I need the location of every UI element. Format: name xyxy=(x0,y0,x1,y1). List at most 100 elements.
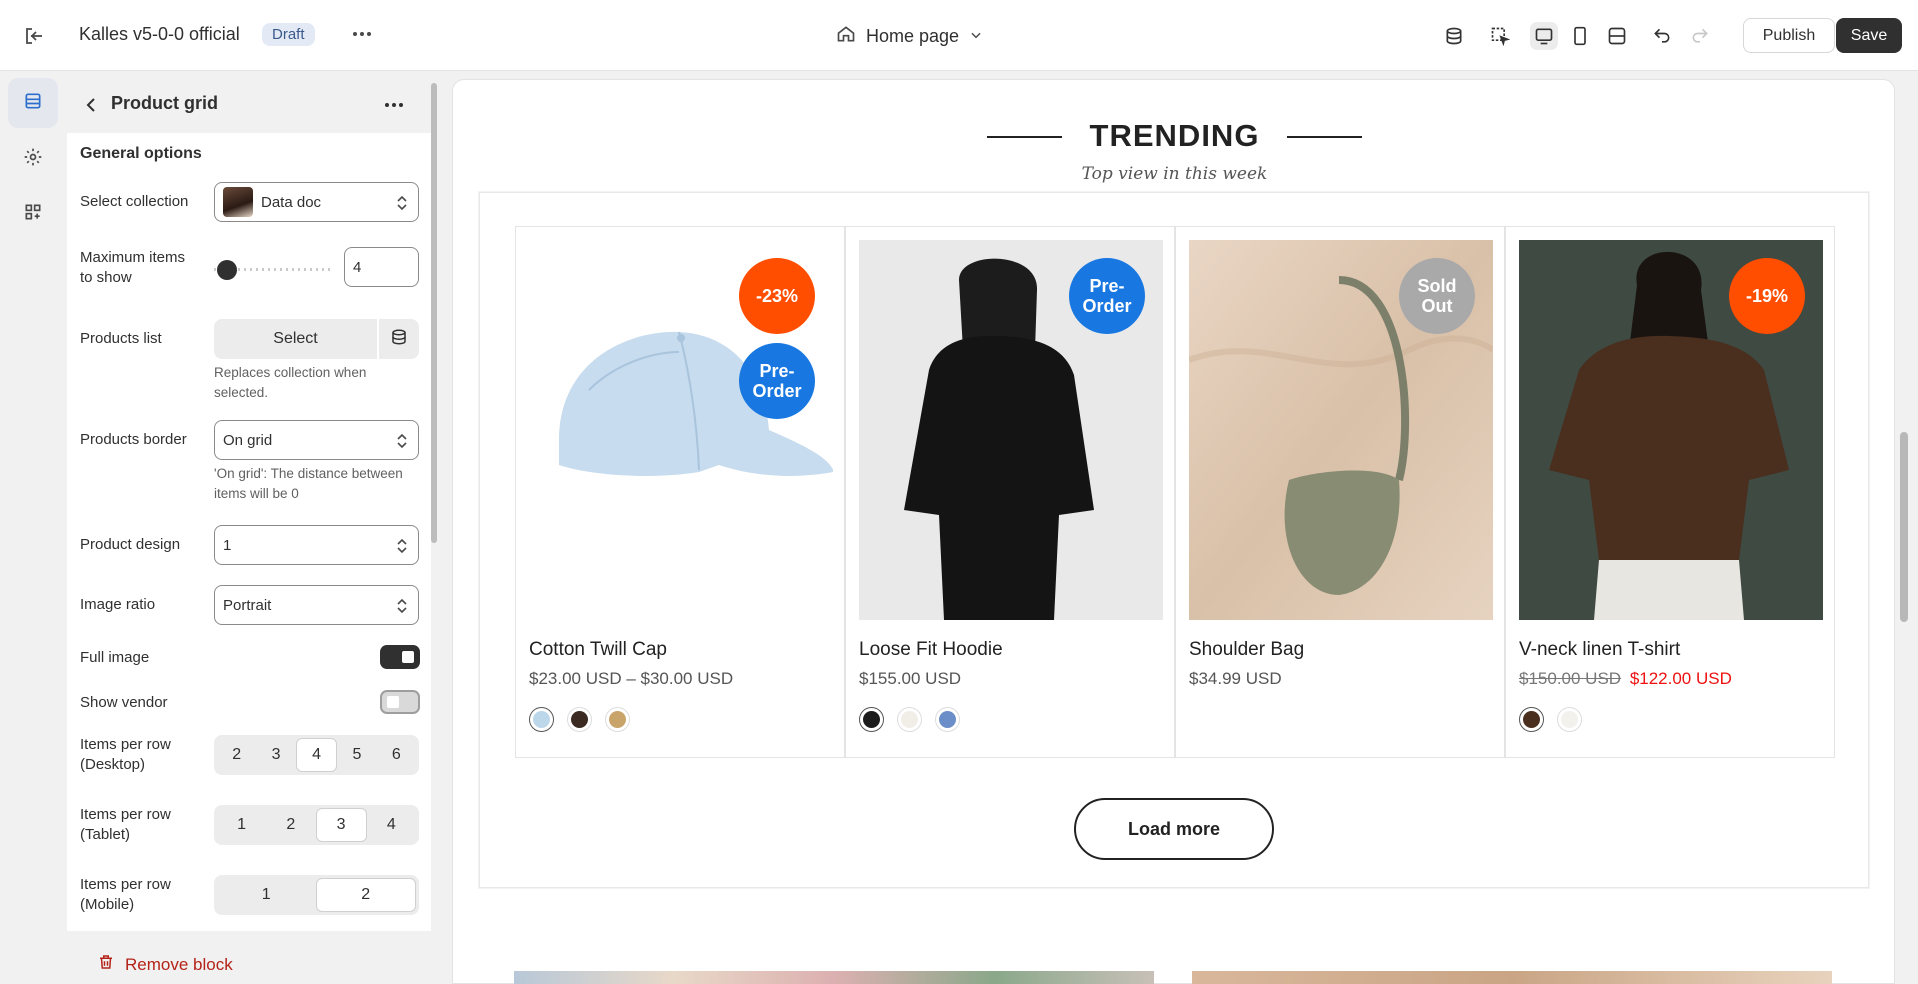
product-design-value: 1 xyxy=(223,536,232,554)
color-swatch[interactable] xyxy=(1557,707,1582,732)
per-row-desktop-option[interactable]: 2 xyxy=(217,738,256,772)
database-icon[interactable] xyxy=(1440,22,1468,50)
section-subheading: Top view in this week xyxy=(1081,164,1268,184)
more-options-icon[interactable] xyxy=(382,93,406,117)
sale-price: $122.00 USD xyxy=(1629,669,1732,688)
settings-sidebar: Product grid General options Select coll… xyxy=(67,71,442,984)
image-ratio-label: Image ratio xyxy=(80,596,156,613)
product-card[interactable]: Sold Out Shoulder Bag $34.99 USD xyxy=(1175,226,1505,758)
per-row-tablet-option[interactable]: 2 xyxy=(266,808,315,842)
color-swatch[interactable] xyxy=(897,707,922,732)
product-card[interactable]: -19% V-neck linen T-shirt $150.00 USD $1… xyxy=(1505,226,1835,758)
collection-thumbnail xyxy=(223,187,253,217)
mobile-view-icon[interactable] xyxy=(1566,22,1594,50)
apps-icon xyxy=(23,202,43,227)
save-button[interactable]: Save xyxy=(1836,18,1902,53)
select-collection-label: Select collection xyxy=(80,193,189,210)
toggle-knob xyxy=(387,696,399,708)
page-selector[interactable]: Home page xyxy=(836,22,983,50)
per-row-desktop-label: Items per row (Desktop) xyxy=(80,736,171,773)
product-grid[interactable]: -23% Pre- Order Cotton Twill Cap $23.00 U… xyxy=(479,192,1869,888)
products-list-source-button[interactable] xyxy=(379,319,419,359)
original-price: $150.00 USD xyxy=(1519,669,1622,688)
undo-icon[interactable] xyxy=(1648,22,1676,50)
product-price: $155.00 USD xyxy=(859,669,962,688)
publish-button[interactable]: Publish xyxy=(1743,18,1835,53)
section-title: General options xyxy=(80,145,202,162)
image-ratio-value: Portrait xyxy=(223,596,272,614)
more-actions-icon[interactable] xyxy=(350,22,374,46)
sections-icon xyxy=(23,91,43,116)
full-image-toggle[interactable] xyxy=(380,645,420,669)
section-heading: TRENDING xyxy=(1089,118,1260,153)
color-swatch[interactable] xyxy=(567,707,592,732)
per-row-mobile-option[interactable]: 1 xyxy=(217,878,316,912)
settings-panel: General options Select collection Data d… xyxy=(67,133,431,931)
redo-icon[interactable] xyxy=(1686,22,1714,50)
product-card[interactable]: Pre- Order Loose Fit Hoodie $155.00 USD xyxy=(845,226,1175,758)
product-name[interactable]: V-neck linen T-shirt xyxy=(1519,639,1680,661)
inspector-icon[interactable] xyxy=(1486,22,1514,50)
per-row-tablet-option[interactable]: 1 xyxy=(217,808,266,842)
remove-block-button[interactable]: Remove block xyxy=(97,953,233,976)
select-arrows-icon xyxy=(396,537,408,555)
per-row-desktop-option[interactable]: 3 xyxy=(256,738,295,772)
sections-rail-button[interactable] xyxy=(8,78,58,128)
product-name[interactable]: Loose Fit Hoodie xyxy=(859,639,1003,661)
discount-badge: -23% xyxy=(739,258,815,334)
per-row-tablet-label: Items per row (Tablet) xyxy=(80,806,171,843)
products-list-select-button[interactable]: Select xyxy=(214,319,377,359)
database-icon xyxy=(390,328,408,351)
color-swatch[interactable] xyxy=(935,707,960,732)
store-name: Kalles v5-0-0 official xyxy=(79,24,240,44)
products-border-select[interactable]: On grid xyxy=(214,420,419,460)
remove-block-label: Remove block xyxy=(125,954,233,974)
collection-picker[interactable]: Data doc xyxy=(214,182,419,222)
chevron-down-icon xyxy=(969,26,983,47)
product-price: $23.00 USD – $30.00 USD xyxy=(529,669,734,688)
color-swatches xyxy=(1519,707,1582,732)
per-row-desktop-option[interactable]: 6 xyxy=(377,738,416,772)
color-swatch[interactable] xyxy=(1519,707,1544,732)
apps-rail-button[interactable] xyxy=(8,189,58,239)
color-swatch[interactable] xyxy=(859,707,884,732)
preview-scrollbar[interactable] xyxy=(1900,432,1908,622)
home-icon xyxy=(836,24,856,49)
color-swatch[interactable] xyxy=(529,707,554,732)
sidebar-title: Product grid xyxy=(111,93,218,113)
product-card[interactable]: -23% Pre- Order Cotton Twill Cap $23.00 U… xyxy=(515,226,845,758)
product-name[interactable]: Cotton Twill Cap xyxy=(529,639,667,661)
sold-out-badge: Sold Out xyxy=(1399,258,1475,334)
select-arrows-icon xyxy=(396,432,408,450)
toggle-knob xyxy=(402,651,414,663)
desktop-view-icon[interactable] xyxy=(1530,22,1558,50)
settings-rail-button[interactable] xyxy=(8,134,58,184)
max-items-input[interactable]: 4 xyxy=(344,247,419,287)
exit-icon[interactable] xyxy=(22,24,46,48)
per-row-desktop-option[interactable]: 5 xyxy=(337,738,376,772)
product-design-label: Product design xyxy=(80,536,181,553)
gear-icon xyxy=(23,147,43,172)
sidebar-scrollbar[interactable] xyxy=(431,83,437,543)
show-vendor-toggle[interactable] xyxy=(380,690,420,714)
preorder-badge: Pre- Order xyxy=(739,343,815,419)
max-items-slider-handle[interactable] xyxy=(217,260,237,280)
editor-topbar: Kalles v5-0-0 official Draft Home page P… xyxy=(0,0,1918,71)
trash-icon xyxy=(97,953,115,976)
per-row-tablet-option[interactable]: 4 xyxy=(367,808,416,842)
product-price: $150.00 USD $122.00 USD xyxy=(1519,669,1732,689)
preorder-badge: Pre- Order xyxy=(1069,258,1145,334)
per-row-desktop-option-selected[interactable]: 4 xyxy=(295,738,338,772)
image-ratio-select[interactable]: Portrait xyxy=(214,585,419,625)
per-row-desktop-selector: 2 3 4 5 6 xyxy=(214,735,419,775)
per-row-tablet-option-selected[interactable]: 3 xyxy=(315,808,367,842)
back-arrow-icon[interactable] xyxy=(79,93,103,117)
per-row-mobile-option-selected[interactable]: 2 xyxy=(315,878,416,912)
product-design-select[interactable]: 1 xyxy=(214,525,419,565)
color-swatch[interactable] xyxy=(605,707,630,732)
page-selector-label: Home page xyxy=(866,25,960,46)
full-width-icon[interactable] xyxy=(1603,22,1631,50)
load-more-button[interactable]: Load more xyxy=(1074,798,1274,860)
product-name[interactable]: Shoulder Bag xyxy=(1189,639,1304,661)
storefront-preview: TRENDING Top view in this week -23% Pre-… xyxy=(452,79,1895,984)
